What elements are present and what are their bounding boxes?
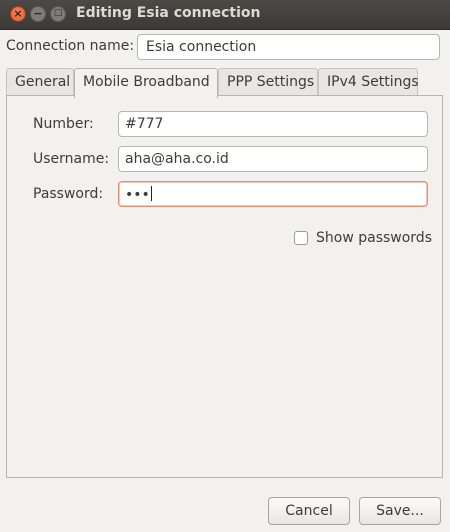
window-title: Editing Esia connection <box>76 5 261 21</box>
text-caret <box>150 186 152 201</box>
number-field[interactable]: #777 <box>118 111 428 137</box>
tab-ipv4-settings[interactable]: IPv4 Settings <box>318 68 419 96</box>
save-button[interactable]: Save... <box>359 497 441 525</box>
connection-name-label: Connection name: <box>6 38 135 54</box>
password-label: Password: <box>33 186 104 202</box>
tab-ppp-settings[interactable]: PPP Settings <box>218 68 318 96</box>
password-mask: ••• <box>125 187 150 203</box>
password-field[interactable]: ••• <box>118 181 428 207</box>
username-label: Username: <box>33 151 110 167</box>
minimize-icon[interactable]: − <box>30 6 46 22</box>
close-icon[interactable]: × <box>10 6 26 22</box>
maximize-icon[interactable]: □ <box>50 6 66 22</box>
show-passwords-label[interactable]: Show passwords <box>316 230 432 246</box>
connection-name-field[interactable]: Esia connection <box>137 34 440 60</box>
number-label: Number: <box>33 116 94 132</box>
cancel-button[interactable]: Cancel <box>268 497 350 525</box>
tab-general[interactable]: General <box>6 68 74 96</box>
show-passwords-checkbox[interactable] <box>294 231 308 245</box>
username-field[interactable]: aha@aha.co.id <box>118 146 428 172</box>
edit-connection-window: × − □ Editing Esia connection Connection… <box>0 0 450 532</box>
titlebar: × − □ Editing Esia connection <box>0 0 450 30</box>
tab-mobile-broadband[interactable]: Mobile Broadband <box>74 68 218 98</box>
